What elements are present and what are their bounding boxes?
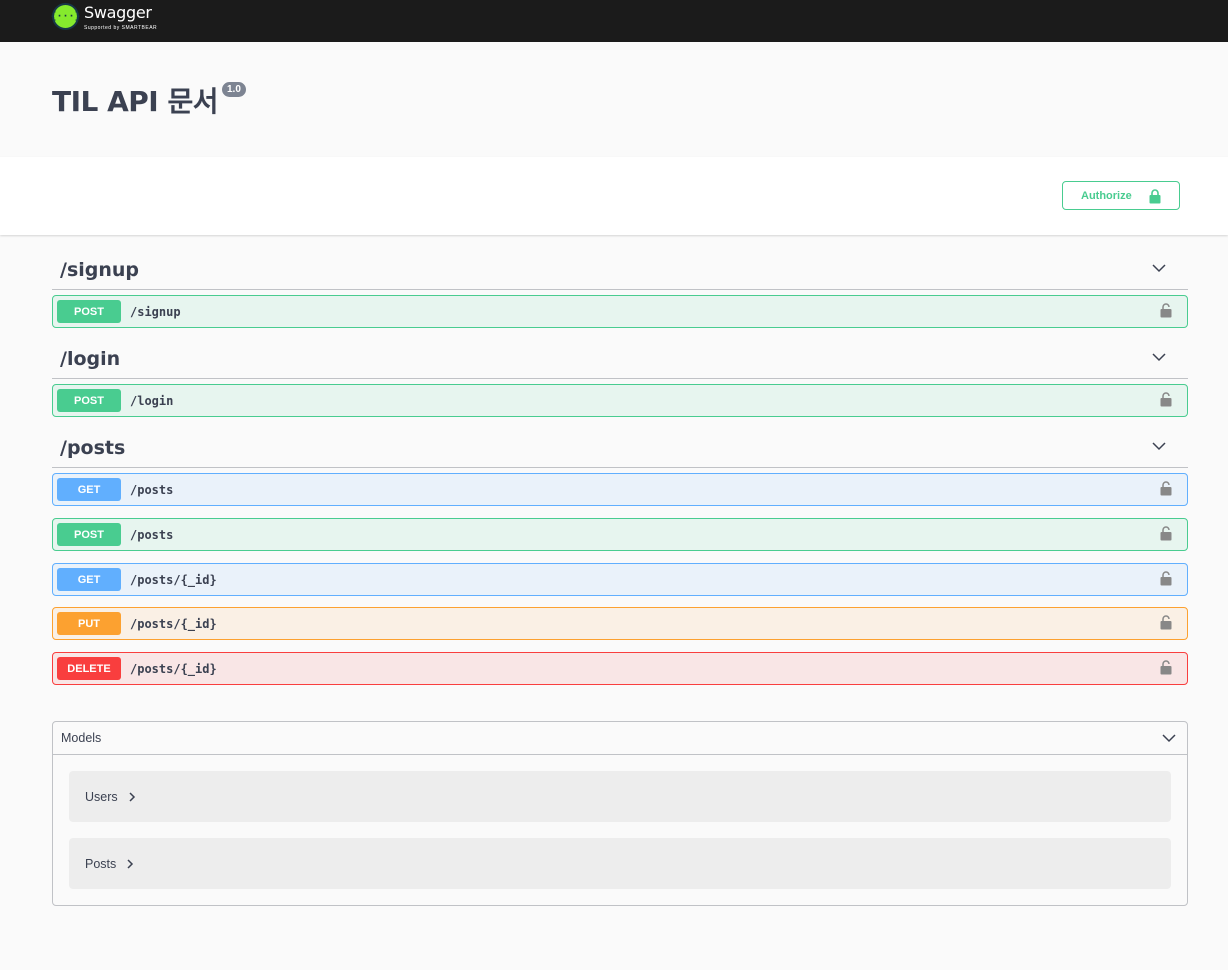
operation-path: /posts/{_id}	[130, 572, 217, 587]
method-badge: POST	[57, 389, 121, 412]
lock-icon[interactable]	[1160, 303, 1172, 323]
method-badge: PUT	[57, 612, 121, 635]
authorize-button[interactable]: Authorize	[1062, 181, 1180, 210]
operation-delete-post-by-id[interactable]: DELETE /posts/{_id}	[52, 652, 1188, 685]
lock-icon	[1149, 189, 1161, 207]
operation-post-login[interactable]: POST /login	[52, 384, 1188, 417]
tag-name: /signup	[60, 259, 140, 281]
version-badge: 1.0	[222, 82, 246, 97]
operation-post-posts[interactable]: POST /posts	[52, 518, 1188, 551]
lock-icon[interactable]	[1160, 392, 1172, 412]
model-posts[interactable]: Posts	[69, 838, 1171, 889]
topbar: {···} Swagger Supported by SMARTBEAR	[0, 0, 1228, 42]
scheme-container: Authorize	[0, 157, 1228, 235]
operation-path: /posts	[130, 527, 174, 542]
method-badge: GET	[57, 568, 121, 591]
lock-icon[interactable]	[1160, 481, 1172, 501]
chevron-down-icon[interactable]	[1152, 352, 1166, 362]
model-name: Posts	[85, 856, 117, 871]
swagger-logo[interactable]: {···} Swagger Supported by SMARTBEAR	[50, 2, 158, 34]
lock-icon[interactable]	[1160, 526, 1172, 546]
operation-put-post-by-id[interactable]: PUT /posts/{_id}	[52, 607, 1188, 640]
logo-subtitle: Supported by SMARTBEAR	[84, 25, 158, 31]
tag-name: /login	[60, 348, 121, 370]
tag-header-login[interactable]: /login	[52, 342, 1188, 379]
lock-icon[interactable]	[1160, 571, 1172, 591]
swagger-logo-icon: {···}	[50, 3, 81, 30]
chevron-down-icon[interactable]	[1152, 441, 1166, 451]
operation-path: /posts/{_id}	[130, 616, 217, 631]
tag-header-posts[interactable]: /posts	[52, 431, 1188, 468]
page-title: TIL API 문서	[52, 85, 219, 118]
chevron-right-icon	[129, 791, 135, 802]
operation-path: /login	[130, 393, 174, 408]
authorize-label: Authorize	[1081, 189, 1132, 202]
operation-get-post-by-id[interactable]: GET /posts/{_id}	[52, 563, 1188, 596]
models-header[interactable]: Models	[53, 722, 1187, 755]
method-badge: POST	[57, 300, 121, 323]
chevron-right-icon	[127, 858, 134, 869]
tag-header-signup[interactable]: /signup	[52, 253, 1188, 290]
operation-path: /posts/{_id}	[130, 661, 217, 676]
models-title: Models	[61, 731, 102, 745]
method-badge: POST	[57, 523, 121, 546]
method-badge: GET	[57, 478, 121, 501]
models-section: Models Users Posts	[52, 721, 1188, 906]
method-badge: DELETE	[57, 657, 121, 680]
operation-get-posts[interactable]: GET /posts	[52, 473, 1188, 506]
model-users[interactable]: Users	[69, 771, 1171, 822]
operation-path: /signup	[130, 304, 181, 319]
logo-name: Swagger	[84, 3, 152, 22]
operation-post-signup[interactable]: POST /signup	[52, 295, 1188, 328]
lock-icon[interactable]	[1160, 615, 1172, 635]
chevron-down-icon[interactable]	[1152, 263, 1166, 273]
model-name: Users	[85, 789, 118, 804]
tag-name: /posts	[60, 437, 126, 459]
chevron-down-icon[interactable]	[1162, 733, 1176, 743]
lock-icon[interactable]	[1160, 660, 1172, 680]
api-info: TIL API 문서 1.0	[52, 80, 246, 120]
operation-path: /posts	[130, 482, 174, 497]
